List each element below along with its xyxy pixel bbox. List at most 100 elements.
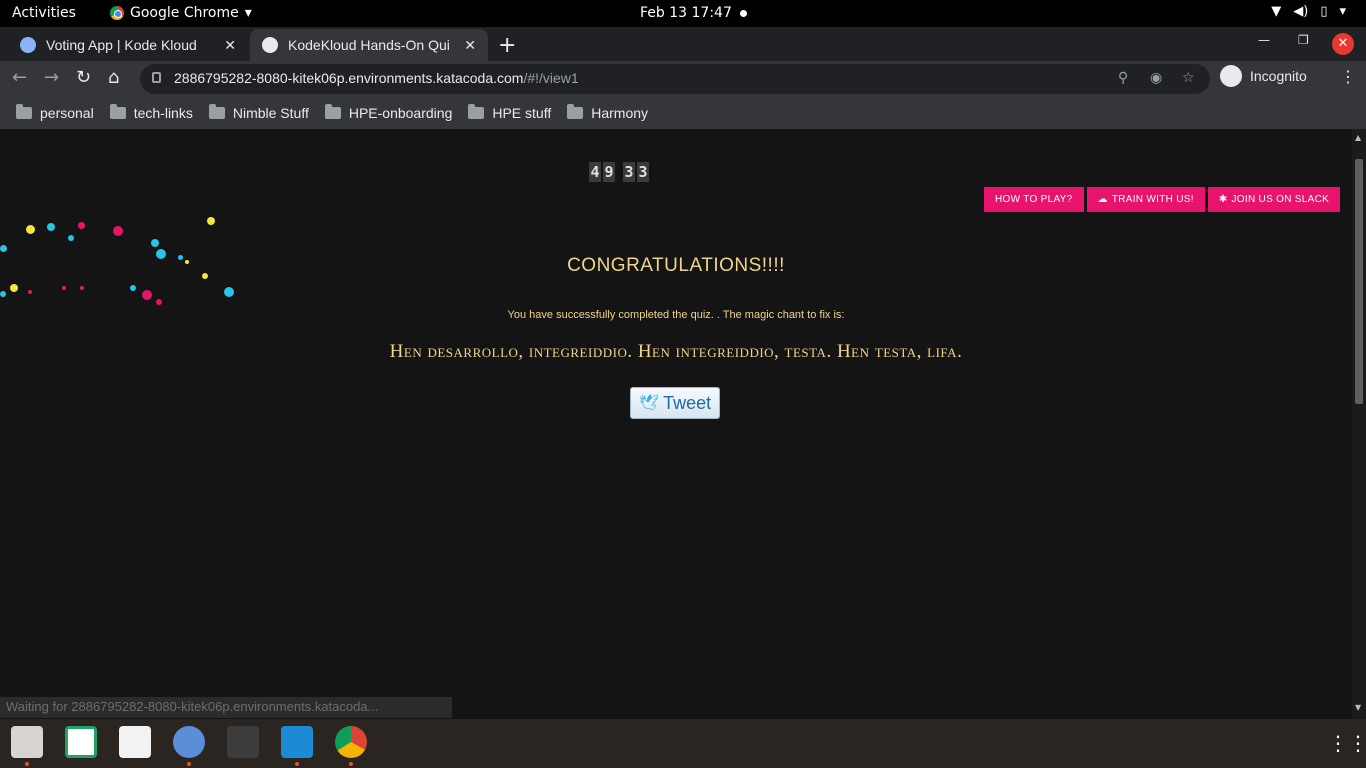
bookmark-label: Nimble Stuff bbox=[232, 105, 309, 121]
bookmark-folder[interactable]: personal bbox=[16, 104, 94, 121]
tab-title: Voting App | Kode Kloud bbox=[46, 37, 197, 53]
tab-voting-app[interactable]: Voting App | Kode Kloud ✕ bbox=[8, 29, 248, 61]
page-content: 4 9 3 3 HOW TO PLAY? ☁ TRAIN WITH US! ✱ JO… bbox=[0, 129, 1352, 719]
running-indicator bbox=[187, 762, 191, 766]
join-slack-button[interactable]: ✱ JOIN US ON SLACK bbox=[1207, 187, 1341, 212]
timer-digit: 3 bbox=[637, 162, 649, 182]
show-apps-icon[interactable]: ⋮⋮⋮ bbox=[1328, 731, 1366, 755]
running-indicator bbox=[295, 762, 299, 766]
forward-icon[interactable]: → bbox=[44, 67, 59, 88]
confetti-icon bbox=[26, 225, 35, 234]
new-tab-icon[interactable]: + bbox=[498, 33, 516, 58]
twitter-bird-icon: 🕊 bbox=[638, 395, 660, 412]
sheets-icon[interactable] bbox=[65, 726, 97, 758]
notification-dot-icon bbox=[740, 10, 747, 17]
app-menu[interactable]: Google Chrome ▾ bbox=[110, 5, 252, 21]
timer-separator bbox=[617, 162, 621, 182]
bookmark-label: tech-links bbox=[133, 105, 193, 121]
confetti-icon bbox=[0, 291, 6, 297]
vscode-icon[interactable] bbox=[281, 726, 313, 758]
volume-icon: ◀) bbox=[1293, 4, 1309, 19]
text-editor-icon[interactable] bbox=[119, 726, 151, 758]
confetti-icon bbox=[130, 285, 136, 291]
confetti-icon bbox=[47, 223, 55, 231]
address-bar[interactable]: 2886795282-8080-kitek06p.environments.ka… bbox=[140, 64, 1210, 94]
bookmark-label: personal bbox=[40, 105, 94, 121]
folder-icon bbox=[109, 104, 126, 119]
folder-icon bbox=[208, 104, 225, 119]
how-to-play-button[interactable]: HOW TO PLAY? bbox=[984, 187, 1084, 212]
star-icon[interactable]: ☆ bbox=[1182, 70, 1195, 86]
bookmarks-bar: personal tech-links Nimble Stuff HPE-onb… bbox=[0, 97, 1366, 129]
reload-icon[interactable]: ↻ bbox=[76, 67, 91, 88]
system-tray[interactable]: ▼ ◀) ▯ ▾ bbox=[1271, 4, 1346, 19]
minimize-icon[interactable]: — bbox=[1258, 33, 1270, 47]
activities-button[interactable]: Activities bbox=[12, 5, 76, 21]
scroll-down-icon[interactable]: ▼ bbox=[1355, 703, 1361, 712]
incognito-button[interactable]: Incognito bbox=[1220, 65, 1307, 87]
home-icon[interactable]: ⌂ bbox=[108, 67, 119, 88]
more-vert-icon[interactable]: ⋮ bbox=[1340, 67, 1356, 86]
close-icon[interactable]: ✕ bbox=[224, 37, 236, 54]
incognito-icon bbox=[1220, 65, 1242, 87]
chevron-down-icon: ▾ bbox=[1339, 4, 1346, 19]
confetti-icon bbox=[156, 299, 162, 305]
window-close-icon[interactable]: ✕ bbox=[1332, 33, 1354, 55]
confetti-icon bbox=[224, 287, 234, 297]
running-indicator bbox=[349, 762, 353, 766]
confetti-icon bbox=[10, 284, 18, 292]
maximize-icon[interactable]: ❐ bbox=[1298, 33, 1309, 47]
chrome-icon[interactable] bbox=[335, 726, 367, 758]
chrome-icon bbox=[110, 6, 124, 20]
confetti-icon bbox=[80, 286, 84, 290]
url-path: /#!/view1 bbox=[523, 70, 579, 86]
incognito-label: Incognito bbox=[1250, 68, 1307, 84]
kodekloud-favicon-icon bbox=[20, 37, 36, 53]
scrollbar-thumb[interactable] bbox=[1355, 159, 1363, 404]
page-scrollbar[interactable]: ▲ ▼ bbox=[1352, 129, 1366, 719]
tweet-button[interactable]: 🕊 Tweet bbox=[630, 387, 720, 419]
folder-icon bbox=[324, 104, 341, 119]
folder-icon bbox=[468, 104, 485, 119]
confetti-icon bbox=[207, 217, 215, 225]
wifi-icon: ▼ bbox=[1271, 4, 1282, 19]
completion-message: You have successfully completed the quiz… bbox=[507, 309, 845, 321]
train-with-us-button[interactable]: ☁ TRAIN WITH US! bbox=[1086, 187, 1205, 212]
tab-kodekloud-quiz[interactable]: KodeKloud Hands-On Qui ✕ bbox=[250, 29, 488, 61]
files-icon[interactable] bbox=[11, 726, 43, 758]
scroll-up-icon[interactable]: ▲ bbox=[1355, 133, 1361, 142]
globe-icon bbox=[262, 37, 278, 53]
clock[interactable]: Feb 13 17:47 bbox=[640, 5, 732, 21]
bookmark-folder[interactable]: tech-links bbox=[109, 104, 193, 121]
confetti-icon bbox=[113, 226, 123, 236]
eye-off-icon[interactable]: ◉ bbox=[1150, 70, 1162, 86]
system-top-bar: Activities Google Chrome ▾ Feb 13 17:47 … bbox=[0, 0, 1366, 27]
battery-icon: ▯ bbox=[1320, 4, 1328, 19]
running-indicator bbox=[25, 762, 29, 766]
bookmark-folder[interactable]: HPE-onboarding bbox=[324, 104, 452, 121]
folder-icon bbox=[567, 104, 584, 119]
countdown-timer: 4 9 3 3 bbox=[589, 162, 649, 182]
confetti-icon bbox=[0, 245, 7, 252]
close-icon[interactable]: ✕ bbox=[464, 37, 476, 54]
bookmark-label: HPE stuff bbox=[492, 105, 552, 121]
gear-icon: ✱ bbox=[1218, 194, 1228, 205]
terminal-icon[interactable] bbox=[227, 726, 259, 758]
chevron-down-icon: ▾ bbox=[244, 5, 252, 21]
app-name: Google Chrome bbox=[130, 5, 239, 21]
back-icon[interactable]: ← bbox=[12, 67, 27, 88]
tab-title: KodeKloud Hands-On Qui bbox=[288, 37, 450, 53]
confetti-icon bbox=[68, 235, 74, 241]
timer-digit: 9 bbox=[603, 162, 615, 182]
bookmark-folder[interactable]: Harmony bbox=[567, 104, 648, 121]
bookmark-folder[interactable]: HPE stuff bbox=[468, 104, 552, 121]
button-label: TRAIN WITH US! bbox=[1111, 194, 1194, 205]
tweet-label: Tweet bbox=[663, 392, 712, 413]
confetti-icon bbox=[28, 290, 32, 294]
browser-toolbar: ← → ↻ ⌂ 2886795282-8080-kitek06p.environ… bbox=[0, 61, 1366, 97]
confetti-icon bbox=[78, 222, 85, 229]
bookmark-folder[interactable]: Nimble Stuff bbox=[208, 104, 309, 121]
chromium-icon[interactable] bbox=[173, 726, 205, 758]
zoom-icon[interactable]: ⚲ bbox=[1118, 70, 1128, 86]
lock-icon[interactable] bbox=[152, 72, 161, 83]
